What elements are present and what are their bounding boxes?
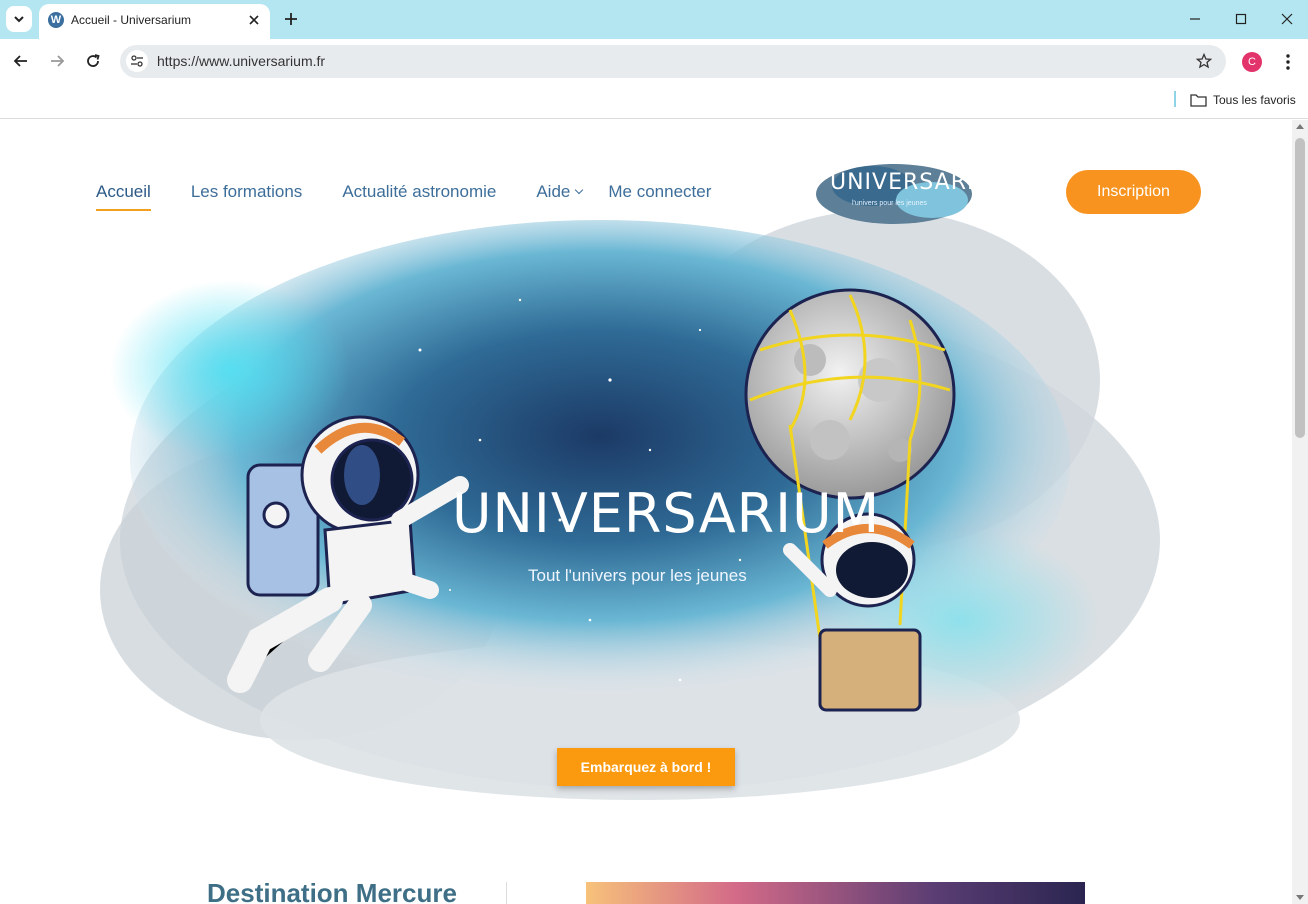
logo-tagline: l'univers pour les jeunes (852, 200, 927, 207)
bookmarks-separator (1174, 91, 1176, 107)
folder-icon (1190, 94, 1207, 107)
hero-tagline: Tout l'univers pour les jeunes (528, 566, 747, 585)
hero-illustration (100, 210, 1160, 800)
arrow-left-icon (13, 55, 27, 67)
reload-icon (87, 54, 100, 67)
tab-list-button[interactable] (6, 6, 32, 32)
arrow-right-icon (51, 55, 65, 67)
tab-title: Accueil - Universarium (71, 13, 192, 27)
nav-link-actualite-astronomie[interactable]: Actualité astronomie (342, 182, 496, 202)
inscription-button[interactable]: Inscription (1066, 170, 1201, 214)
all-bookmarks-label: Tous les favoris (1213, 93, 1296, 107)
section-title: Destination Mercure (207, 878, 457, 904)
close-window-button[interactable] (1274, 6, 1300, 32)
tab-close-button[interactable] (245, 11, 263, 29)
nav-link-aide[interactable]: Aide (536, 182, 584, 202)
new-tab-button[interactable] (280, 8, 302, 30)
logo-text: UNIVERSARIUM.fr (830, 170, 1039, 195)
bookmarks-bar: Tous les favoris (0, 85, 1308, 119)
page-scrollbar[interactable] (1292, 120, 1308, 904)
plus-icon (285, 13, 297, 25)
chevron-down-icon (14, 16, 24, 23)
minimize-button[interactable] (1182, 6, 1208, 32)
all-bookmarks-button[interactable]: Tous les favoris (1190, 90, 1296, 110)
back-button[interactable] (9, 49, 33, 73)
nav-link-formations[interactable]: Les formations (191, 182, 303, 202)
close-icon (1281, 13, 1293, 25)
forward-button[interactable] (45, 49, 69, 73)
scrollbar-thumb[interactable] (1295, 138, 1305, 438)
site-logo[interactable]: UNIVERSARIUM.fr l'univers pour les jeune… (812, 156, 1037, 230)
site-settings-icon[interactable] (126, 50, 148, 72)
minimize-icon (1190, 18, 1200, 20)
scroll-down-arrow-icon[interactable] (1296, 895, 1304, 900)
chevron-down-icon (575, 185, 584, 195)
nav-link-accueil[interactable]: Accueil (96, 182, 151, 211)
close-icon (249, 15, 259, 25)
embarquez-button[interactable]: Embarquez à bord ! (557, 748, 735, 786)
maximize-icon (1235, 13, 1247, 25)
wordpress-icon: W (48, 12, 64, 28)
browser-toolbar: https://www.universarium.fr C (0, 39, 1308, 85)
tab-bar: W Accueil - Universarium (0, 0, 1308, 39)
browser-menu-button[interactable] (1278, 51, 1298, 73)
browser-tab-active[interactable]: W Accueil - Universarium (39, 4, 270, 39)
reload-button[interactable] (81, 49, 105, 73)
mercury-section-image (586, 882, 1085, 904)
profile-avatar[interactable]: C (1242, 52, 1262, 72)
url-text[interactable]: https://www.universarium.fr (157, 53, 325, 69)
maximize-button[interactable] (1228, 6, 1254, 32)
site-navigation: Accueil Les formations Actualité astrono… (96, 182, 751, 211)
kebab-menu-icon (1286, 54, 1290, 70)
hero-title: UNIVERSARIUM (452, 482, 881, 545)
address-bar[interactable]: https://www.universarium.fr (120, 45, 1226, 78)
section-divider (506, 882, 507, 904)
page-viewport: Accueil Les formations Actualité astrono… (0, 120, 1292, 904)
scroll-up-arrow-icon[interactable] (1296, 124, 1304, 129)
bookmark-star-button[interactable] (1194, 51, 1214, 71)
star-icon (1196, 53, 1212, 69)
nav-link-me-connecter[interactable]: Me connecter (608, 182, 711, 202)
nav-link-aide-label: Aide (536, 182, 571, 201)
